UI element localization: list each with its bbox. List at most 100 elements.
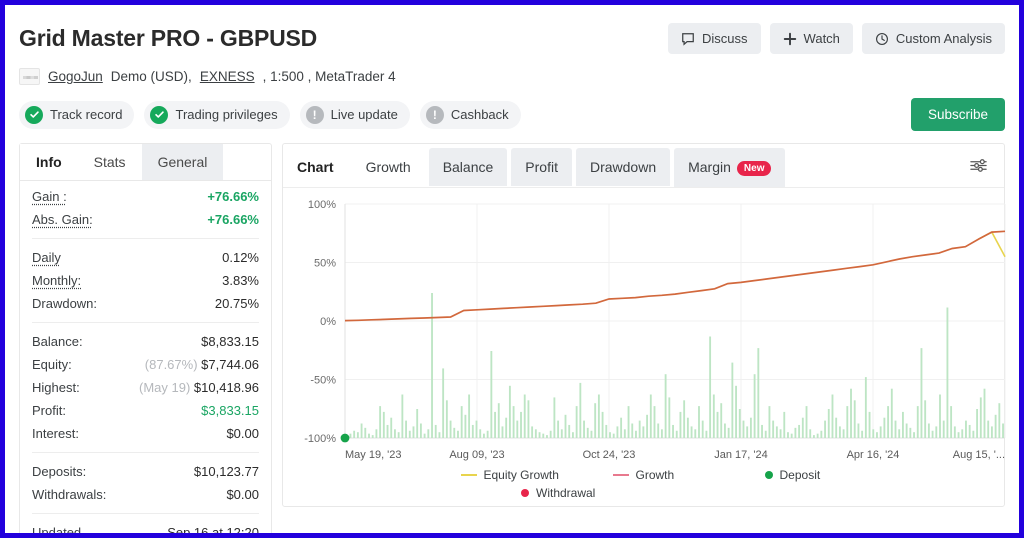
stat-value: $3,833.15 xyxy=(201,403,259,418)
svg-text:Jan 17, '24: Jan 17, '24 xyxy=(714,449,767,461)
tab-margin[interactable]: Margin New xyxy=(674,148,786,187)
new-badge: New xyxy=(736,160,772,176)
stat-row-monthly: Monthly: 3.83% xyxy=(32,269,259,292)
svg-text:Oct 24, '23: Oct 24, '23 xyxy=(583,449,636,461)
subscribe-button[interactable]: Subscribe xyxy=(910,98,1005,131)
stat-value: +76.66% xyxy=(207,212,259,227)
chart-panel: Chart Growth Balance Profit Drawdown Mar… xyxy=(282,143,1006,507)
stat-label: Highest: xyxy=(32,380,80,395)
header-actions: Discuss Watch Custom Analysis xyxy=(668,23,1005,54)
sidebar-tabs: Info Stats General xyxy=(20,144,271,181)
stat-row-equity: Equity: (87.67%) $7,744.06 xyxy=(32,353,259,376)
stat-row-abs-gain: Abs. Gain: +76.66% xyxy=(32,208,259,231)
stat-label[interactable]: Abs. Gain: xyxy=(32,212,93,227)
watch-button[interactable]: Watch xyxy=(769,23,853,54)
tab-profit[interactable]: Profit xyxy=(511,148,572,187)
stat-label: Equity: xyxy=(32,357,72,372)
header-bar: Grid Master PRO - GBPUSD Discuss Watch C… xyxy=(19,5,1005,54)
legend-swatch xyxy=(612,473,629,476)
divider xyxy=(32,322,259,323)
badge-label: Trading privileges xyxy=(175,107,278,122)
tab-growth[interactable]: Growth xyxy=(351,148,425,187)
svg-text:May 19, '23: May 19, '23 xyxy=(345,449,402,461)
stat-label[interactable]: Monthly: xyxy=(32,273,81,288)
legend-label: Growth xyxy=(635,467,675,482)
legend-label: Equity Growth xyxy=(483,467,559,482)
exclamation-circle-icon: ! xyxy=(305,105,324,124)
tab-chart[interactable]: Chart xyxy=(283,148,348,187)
exclamation-circle-icon: ! xyxy=(425,105,444,124)
page-title: Grid Master PRO - GBPUSD xyxy=(19,25,318,51)
sliders-icon[interactable] xyxy=(961,148,996,183)
tab-balance[interactable]: Balance xyxy=(428,148,508,187)
stat-prefix: (87.67%) xyxy=(144,357,198,372)
stat-row-updated: Updated Sep 16 at 12:20 xyxy=(32,521,259,538)
custom-analysis-button[interactable]: Custom Analysis xyxy=(861,23,1005,54)
stat-value: $0.00 xyxy=(226,426,259,441)
stat-row-withdrawals: Withdrawals: $0.00 xyxy=(32,483,259,506)
stat-label[interactable]: Gain : xyxy=(32,189,67,204)
stats-sidebar: Info Stats General Gain : +76.66% Abs. G… xyxy=(19,143,272,538)
tab-general[interactable]: General xyxy=(141,144,224,180)
stat-value-wrap: (May 19) $10,418.96 xyxy=(139,380,259,395)
badge-label: Cashback xyxy=(450,107,509,122)
stat-label: Drawdown: xyxy=(32,296,98,311)
legend-swatch xyxy=(460,473,477,476)
stat-row-interest: Interest: $0.00 xyxy=(32,422,259,445)
tab-stats[interactable]: Stats xyxy=(77,144,142,180)
stat-row-drawdown: Drawdown: 20.75% xyxy=(32,292,259,315)
user-link[interactable]: GogoJun xyxy=(48,69,103,84)
legend-swatch xyxy=(764,470,773,479)
status-badge-trading-privileges[interactable]: Trading privileges xyxy=(144,100,290,129)
stat-label: Interest: xyxy=(32,426,79,441)
clock-icon xyxy=(875,32,889,46)
discuss-button[interactable]: Discuss xyxy=(668,23,761,54)
svg-text:Apr 16, '24: Apr 16, '24 xyxy=(847,449,900,461)
status-badge-track-record[interactable]: Track record xyxy=(19,100,135,129)
comment-icon xyxy=(681,32,695,46)
stat-label: Balance: xyxy=(32,334,83,349)
stat-row-gain: Gain : +76.66% xyxy=(32,185,259,208)
chart-legend: Equity Growth Growth Deposit Withdrawal xyxy=(283,468,1004,500)
divider xyxy=(32,238,259,239)
plus-icon xyxy=(783,32,797,46)
svg-text:100%: 100% xyxy=(308,199,336,211)
stat-row-highest: Highest: (May 19) $10,418.96 xyxy=(32,376,259,399)
stat-value: 20.75% xyxy=(214,296,259,311)
growth-chart[interactable]: 100% 50% 0% -50% -100% May 19, '23 Aug 09, '23… xyxy=(283,188,1006,506)
status-badge-cashback[interactable]: ! Cashback xyxy=(419,100,521,129)
page-content: Grid Master PRO - GBPUSD Discuss Watch C… xyxy=(5,5,1019,533)
chart-canvas: 100% 50% 0% -50% -100% May 19, '23 Aug 09, '23… xyxy=(304,199,1006,461)
status-badge-live-update[interactable]: ! Live update xyxy=(299,100,410,129)
stat-label: Updated xyxy=(32,525,82,538)
badge-label: Track record xyxy=(50,107,123,122)
tab-info[interactable]: Info xyxy=(20,144,78,180)
account-info: GogoJun Demo (USD), EXNESS , 1:500 , Met… xyxy=(19,68,1005,85)
stat-label[interactable]: Daily xyxy=(32,250,61,265)
tab-drawdown[interactable]: Drawdown xyxy=(575,148,671,187)
legend-label: Deposit xyxy=(779,467,821,482)
legend-item-withdrawal[interactable]: Withdrawal xyxy=(373,486,1004,500)
svg-text:Aug 09, '23: Aug 09, '23 xyxy=(449,449,504,461)
divider xyxy=(32,513,259,514)
avatar xyxy=(19,68,40,85)
legend-item-deposit[interactable]: Deposit xyxy=(764,467,917,482)
stat-value: 0.12% xyxy=(222,250,259,265)
legend-item-equity-growth[interactable]: Equity Growth xyxy=(460,467,613,482)
stat-value: $0.00 xyxy=(226,487,259,502)
discuss-label: Discuss xyxy=(702,31,748,46)
stat-label: Profit: xyxy=(32,403,66,418)
custom-analysis-label: Custom Analysis xyxy=(895,31,992,46)
badge-label: Live update xyxy=(330,107,398,122)
legend-item-growth[interactable]: Growth xyxy=(612,467,765,482)
watch-label: Watch xyxy=(803,31,840,46)
divider xyxy=(32,452,259,453)
tab-margin-label: Margin xyxy=(688,159,731,175)
status-badges: Track record Trading privileges ! Live u… xyxy=(19,98,1005,131)
broker-link[interactable]: EXNESS xyxy=(200,69,255,84)
svg-text:50%: 50% xyxy=(314,257,336,269)
stat-row-balance: Balance: $8,833.15 xyxy=(32,330,259,353)
stat-value: $10,418.96 xyxy=(193,380,259,395)
stat-label: Withdrawals: xyxy=(32,487,107,502)
stat-row-profit: Profit: $3,833.15 xyxy=(32,399,259,422)
